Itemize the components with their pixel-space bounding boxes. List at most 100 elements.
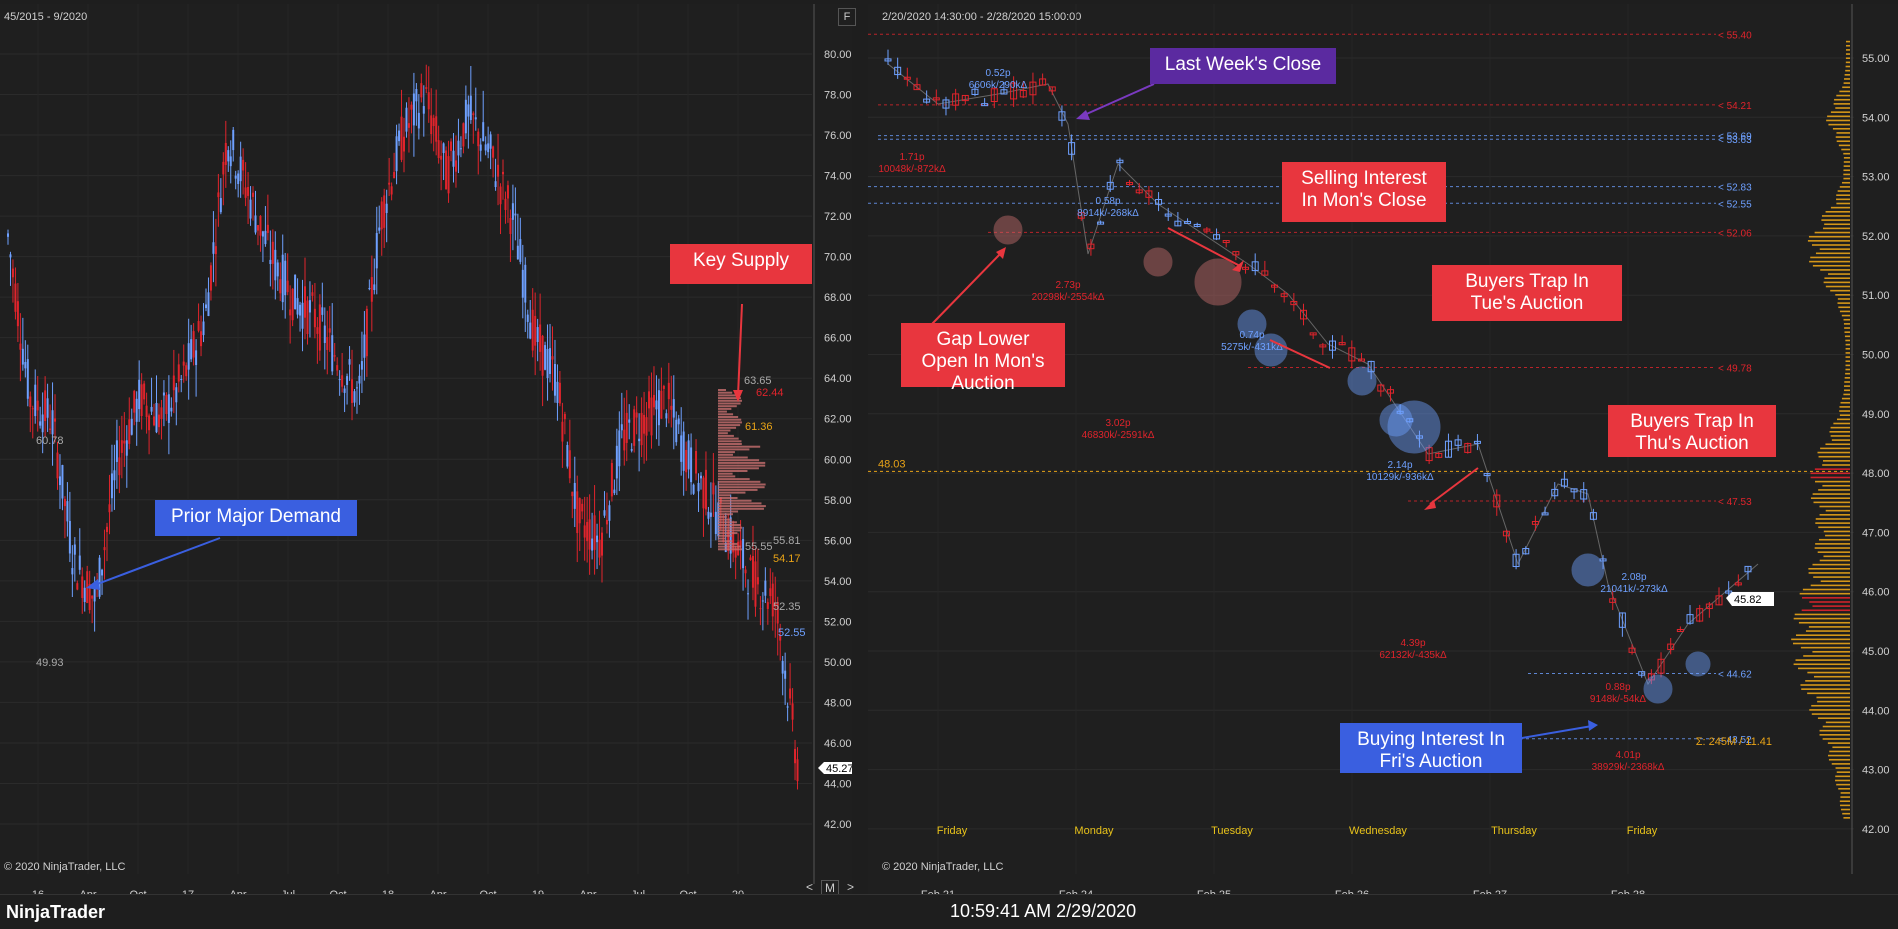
right-profile-bar <box>1843 169 1850 172</box>
right-y-tick: 53.00 <box>1862 172 1890 184</box>
left-candle-body <box>296 298 299 315</box>
left-candle-body <box>128 419 131 444</box>
left-candle-body <box>101 569 104 576</box>
left-candle-body <box>487 143 490 153</box>
left-candle-body <box>601 532 603 556</box>
right-y-tick: 55.00 <box>1862 53 1890 65</box>
left-candle-body <box>544 345 547 370</box>
right-profile-bar <box>1830 426 1850 429</box>
left-profile-bar <box>718 486 765 489</box>
right-profile-bar <box>1821 219 1850 221</box>
right-profile-bar <box>1833 103 1850 105</box>
left-profile-bar <box>718 526 742 529</box>
right-y-tick: 43.00 <box>1862 765 1890 777</box>
left-candle-body <box>781 660 784 674</box>
left-chart-panel[interactable]: 45/2015 - 9/2020 80.00 78.00 76.00 74.00 72.… <box>0 4 858 901</box>
left-candle-body <box>51 410 54 435</box>
left-candle-body <box>635 412 638 418</box>
right-annotation-bottom: 6606k/290kΔ <box>969 80 1028 91</box>
buyers-trap-thu-callout: Buyers Trap In Thu's Auction <box>1608 405 1776 457</box>
right-y-tick: 52.00 <box>1862 231 1890 243</box>
left-candle-body <box>586 522 589 542</box>
right-annotation-bottom: 21041k/-273kΔ <box>1600 584 1668 595</box>
right-profile-bar <box>1819 559 1850 562</box>
right-profile-bar <box>1828 754 1850 757</box>
left-candle-body <box>524 264 527 303</box>
left-candle-body <box>234 175 237 179</box>
left-candle-body <box>195 350 198 365</box>
right-profile-bar <box>1815 480 1850 483</box>
left-candle-body <box>54 418 57 422</box>
left-candle-body <box>398 130 401 142</box>
right-profile-bar <box>1793 663 1850 666</box>
left-profile-bar <box>718 502 762 505</box>
left-f-button[interactable]: F <box>838 8 856 26</box>
left-candle-body <box>348 359 351 365</box>
left-candle-body <box>633 409 636 446</box>
left-candle-body <box>355 387 358 389</box>
right-profile-bar <box>1808 626 1850 628</box>
left-candle-body <box>573 482 576 509</box>
right-profile-bar <box>1837 190 1850 192</box>
left-level-label: 61.36 <box>745 421 773 433</box>
left-y-tick: 48.00 <box>824 697 852 709</box>
left-candle-body <box>308 300 311 313</box>
left-candle-body <box>207 292 210 317</box>
left-candle-body <box>148 415 151 431</box>
right-profile-bar <box>1844 385 1850 387</box>
right-profile-bar <box>1820 269 1850 271</box>
left-chart[interactable]: 45/2015 - 9/2020 80.00 78.00 76.00 74.00 72.… <box>0 4 858 901</box>
right-profile-bar <box>1815 252 1850 255</box>
right-profile-bar <box>1792 642 1850 645</box>
left-candle-body <box>578 498 581 524</box>
right-profile-bar <box>1821 215 1850 217</box>
left-candle-body <box>393 172 396 179</box>
right-profile-bar <box>1803 655 1850 657</box>
left-candle-body <box>442 143 445 154</box>
right-profile-bar <box>1836 202 1850 205</box>
left-profile-bar <box>718 483 766 486</box>
left-candle-body <box>259 215 262 236</box>
left-y-tick: 72.00 <box>824 211 852 223</box>
left-candle-body <box>751 555 754 588</box>
left-candle-body <box>477 131 480 147</box>
right-profile-bar <box>1815 522 1850 524</box>
left-candle-body <box>506 185 509 199</box>
right-profile-bar <box>1838 144 1850 147</box>
left-candle-body <box>256 225 259 231</box>
left-candle-body <box>313 308 316 328</box>
left-candle-body <box>224 142 227 165</box>
right-annotation-top: 0.88p <box>1605 682 1630 693</box>
left-candle-body <box>618 430 621 467</box>
left-candle-body <box>46 398 49 418</box>
left-candle-body <box>264 230 267 245</box>
left-candle-body <box>360 361 363 370</box>
right-profile-bar <box>1832 746 1850 749</box>
left-candle-body <box>197 320 200 331</box>
right-profile-bar <box>1819 505 1850 508</box>
right-y-tick: 54.00 <box>1862 112 1890 124</box>
right-profile-bar <box>1822 725 1850 728</box>
left-candle-body <box>63 499 66 507</box>
left-candle-body <box>212 242 215 254</box>
buyers-trap-tue-callout: Buyers Trap In Tue's Auction <box>1432 265 1622 321</box>
left-candle-body <box>714 511 717 534</box>
right-profile-bar <box>1841 148 1850 151</box>
right-annotation-top: 2.73p <box>1055 280 1080 291</box>
right-annotation-bottom: 38929k/-2368kΔ <box>1592 762 1665 773</box>
right-profile-bar <box>1843 318 1850 321</box>
left-candle-body <box>346 376 349 385</box>
left-candle-body <box>247 186 250 196</box>
right-profile-bar <box>1845 364 1850 367</box>
right-profile-bar <box>1825 509 1850 512</box>
left-candle-body <box>422 106 425 114</box>
left-profile-bar <box>718 429 731 432</box>
right-profile-bar <box>1843 177 1850 180</box>
left-profile-bar <box>718 472 733 475</box>
right-profile-bar <box>1840 804 1850 807</box>
left-candle-body <box>581 503 584 512</box>
right-day-label: Thursday <box>1491 825 1537 837</box>
right-profile-bar <box>1817 551 1850 553</box>
left-candle-body <box>375 233 378 269</box>
left-candle-body <box>680 435 683 462</box>
